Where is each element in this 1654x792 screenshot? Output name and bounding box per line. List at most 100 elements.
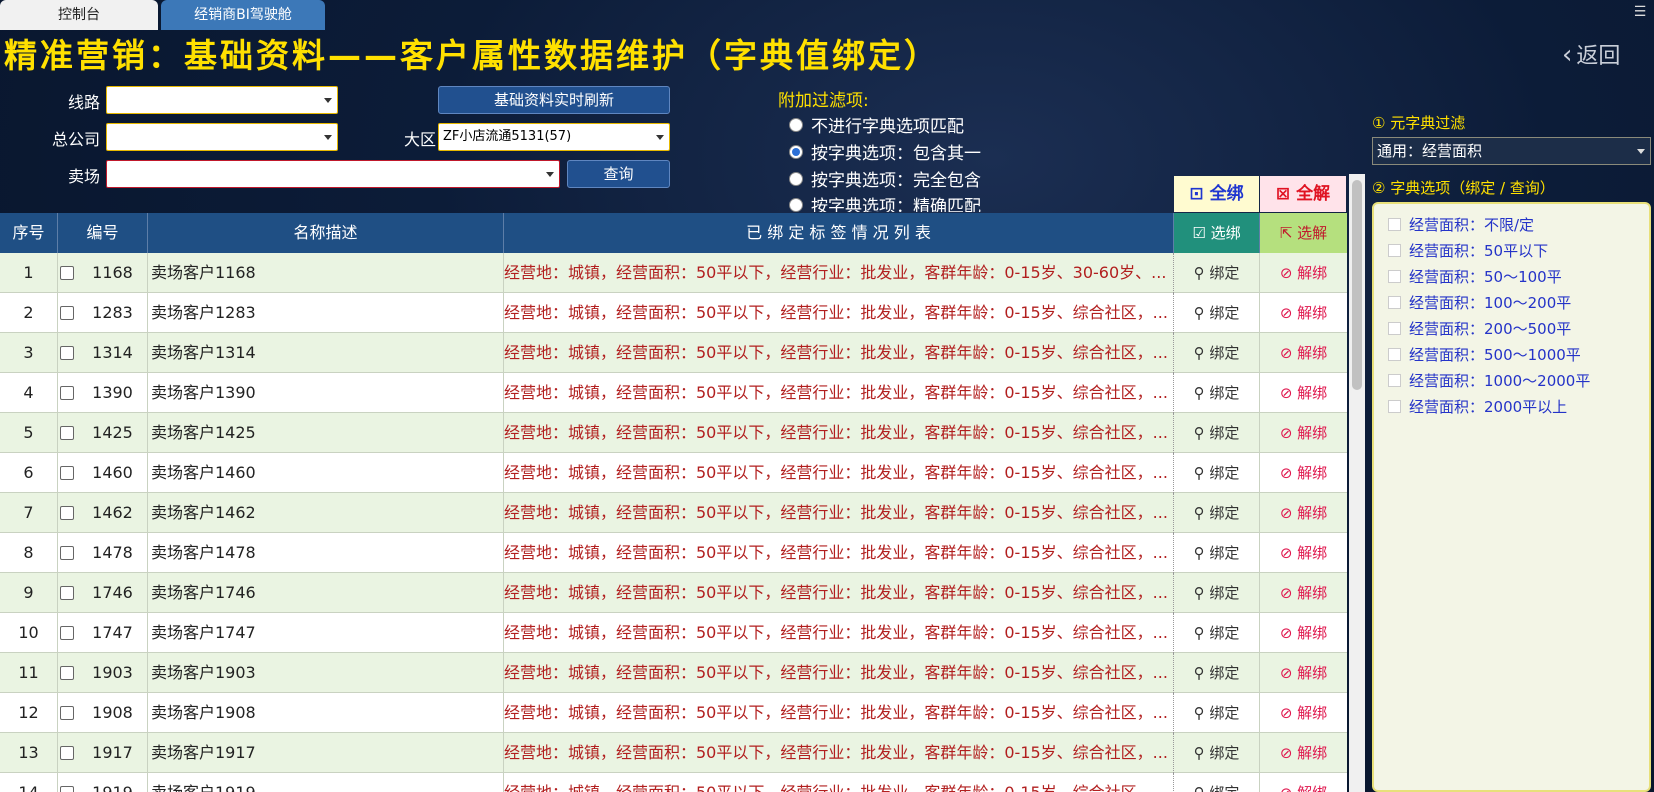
scrollbar-thumb[interactable] [1352, 180, 1362, 390]
row-unbind-button[interactable]: ⊘ 解绑 [1260, 493, 1347, 533]
row-unbind-button[interactable]: ⊘ 解绑 [1260, 293, 1347, 333]
store-select[interactable] [106, 160, 560, 188]
row-code: 1462 [78, 493, 148, 533]
radio-icon[interactable] [789, 171, 803, 186]
row-bind-button[interactable]: ⚲ 绑定 [1174, 613, 1260, 653]
row-checkbox[interactable] [60, 306, 74, 320]
row-bind-button[interactable]: ⚲ 绑定 [1174, 773, 1260, 792]
radio-selected-icon[interactable] [789, 144, 803, 159]
row-bind-button[interactable]: ⚲ 绑定 [1174, 373, 1260, 413]
row-checkbox[interactable] [60, 506, 74, 520]
meta-dict-select[interactable]: 通用：经营面积 [1372, 137, 1651, 165]
row-checkbox[interactable] [60, 706, 74, 720]
option-checkbox[interactable] [1388, 296, 1401, 309]
row-bind-button[interactable]: ⚲ 绑定 [1174, 493, 1260, 533]
row-tags: 经营地：城镇，经营面积：50平以下，经营行业：批发业，客群年龄：0-15岁、综合… [504, 453, 1174, 493]
radio-icon[interactable] [789, 197, 803, 212]
dict-option[interactable]: 经营面积：2000平以上 [1388, 396, 1567, 417]
row-bind-button[interactable]: ⚲ 绑定 [1174, 413, 1260, 453]
table-row: 4 1390 卖场客户1390 经营地：城镇，经营面积：50平以下，经营行业：批发业，… [0, 373, 1347, 413]
unbind-label: 解绑 [1297, 464, 1328, 482]
option-checkbox[interactable] [1388, 218, 1401, 231]
region-select[interactable]: ZF小店流通5131(57) [438, 123, 670, 151]
refresh-button[interactable]: 基础资料实时刷新 [438, 86, 670, 114]
row-unbind-button[interactable]: ⊘ 解绑 [1260, 253, 1347, 293]
bind-all-button[interactable]: ⊡ 全绑 [1174, 176, 1259, 212]
option-checkbox[interactable] [1388, 348, 1401, 361]
dict-option[interactable]: 经营面积：1000～2000平 [1388, 370, 1590, 391]
meta-dict-value: 通用：经营面积 [1377, 142, 1483, 160]
row-unbind-button[interactable]: ⊘ 解绑 [1260, 573, 1347, 613]
dict-option[interactable]: 经营面积：50平以下 [1388, 240, 1548, 261]
row-bind-button[interactable]: ⚲ 绑定 [1174, 333, 1260, 373]
radio-option-contains-all[interactable]: 按字典选项：完全包含 [789, 166, 981, 191]
row-checkbox[interactable] [60, 426, 74, 440]
line-select[interactable] [106, 86, 338, 114]
row-unbind-button[interactable]: ⊘ 解绑 [1260, 613, 1347, 653]
bind-selected-button[interactable]: ☑ 选绑 [1174, 213, 1260, 253]
query-button[interactable]: 查询 [567, 160, 670, 188]
tab-bi-cockpit[interactable]: 经销商BI驾驶舱 [161, 0, 325, 30]
option-checkbox[interactable] [1388, 270, 1401, 283]
row-name: 卖场客户1747 [150, 613, 504, 653]
row-checkbox[interactable] [60, 666, 74, 680]
row-checkbox[interactable] [60, 786, 74, 792]
row-checkbox[interactable] [60, 746, 74, 760]
option-checkbox[interactable] [1388, 322, 1401, 335]
row-checkbox[interactable] [60, 466, 74, 480]
option-checkbox[interactable] [1388, 400, 1401, 413]
row-name: 卖场客户1903 [150, 653, 504, 693]
menu-icon[interactable]: ☰ [1630, 2, 1650, 22]
row-checkbox[interactable] [60, 546, 74, 560]
tab-console[interactable]: 控制台 [0, 0, 158, 30]
dict-option[interactable]: 经营面积：500～1000平 [1388, 344, 1581, 365]
row-checkbox[interactable] [60, 386, 74, 400]
row-unbind-button[interactable]: ⊘ 解绑 [1260, 453, 1347, 493]
company-select[interactable] [106, 123, 338, 151]
table-row: 8 1478 卖场客户1478 经营地：城镇，经营面积：50平以下，经营行业：批发业，… [0, 533, 1347, 573]
option-label: 经营面积：2000平以上 [1409, 398, 1568, 416]
unbind-selected-button[interactable]: ⇱ 选解 [1260, 213, 1347, 253]
dict-option[interactable]: 经营面积：50～100平 [1388, 266, 1562, 287]
row-bind-button[interactable]: ⚲ 绑定 [1174, 693, 1260, 733]
chevron-down-icon [1637, 149, 1645, 154]
back-button[interactable]: ‹ 返回 [1562, 38, 1620, 70]
unbind-label: 解绑 [1297, 664, 1328, 682]
table-scrollbar[interactable] [1349, 174, 1365, 792]
dict-option[interactable]: 经营面积：100～200平 [1388, 292, 1571, 313]
row-bind-button[interactable]: ⚲ 绑定 [1174, 293, 1260, 333]
row-name: 卖场客户1314 [150, 333, 504, 373]
row-unbind-button[interactable]: ⊘ 解绑 [1260, 653, 1347, 693]
row-unbind-button[interactable]: ⊘ 解绑 [1260, 773, 1347, 792]
option-checkbox[interactable] [1388, 244, 1401, 257]
row-tags: 经营地：城镇，经营面积：50平以下，经营行业：批发业，客群年龄：0-15岁、综合… [504, 613, 1174, 653]
dict-option[interactable]: 经营面积：200～500平 [1388, 318, 1571, 339]
row-bind-button[interactable]: ⚲ 绑定 [1174, 253, 1260, 293]
row-name: 卖场客户1917 [150, 733, 504, 773]
row-unbind-button[interactable]: ⊘ 解绑 [1260, 533, 1347, 573]
row-bind-button[interactable]: ⚲ 绑定 [1174, 733, 1260, 773]
unbind-label: 解绑 [1297, 784, 1327, 792]
row-checkbox[interactable] [60, 586, 74, 600]
radio-option-none[interactable]: 不进行字典选项匹配 [789, 112, 964, 137]
row-unbind-button[interactable]: ⊘ 解绑 [1260, 373, 1347, 413]
unbind-all-label: 全解 [1296, 184, 1331, 204]
row-unbind-button[interactable]: ⊘ 解绑 [1260, 693, 1347, 733]
radio-icon[interactable] [789, 117, 803, 132]
row-checkbox[interactable] [60, 626, 74, 640]
row-unbind-button[interactable]: ⊘ 解绑 [1260, 333, 1347, 373]
row-unbind-button[interactable]: ⊘ 解绑 [1260, 733, 1347, 773]
radio-option-contains-one[interactable]: 按字典选项：包含其一 [789, 139, 981, 164]
row-bind-button[interactable]: ⚲ 绑定 [1174, 653, 1260, 693]
dict-option[interactable]: 经营面积：不限/定 [1388, 214, 1534, 235]
row-bind-button[interactable]: ⚲ 绑定 [1174, 573, 1260, 613]
unbind-all-button[interactable]: ⊠ 全解 [1260, 176, 1346, 212]
row-bind-button[interactable]: ⚲ 绑定 [1174, 533, 1260, 573]
row-unbind-button[interactable]: ⊘ 解绑 [1260, 413, 1347, 453]
option-checkbox[interactable] [1388, 374, 1401, 387]
radio-option-exact[interactable]: 按字典选项：精确匹配 [789, 192, 981, 212]
row-checkbox[interactable] [60, 266, 74, 280]
row-checkbox[interactable] [60, 346, 74, 360]
paperclip-icon: ⚲ [1193, 344, 1205, 362]
row-bind-button[interactable]: ⚲ 绑定 [1174, 453, 1260, 493]
